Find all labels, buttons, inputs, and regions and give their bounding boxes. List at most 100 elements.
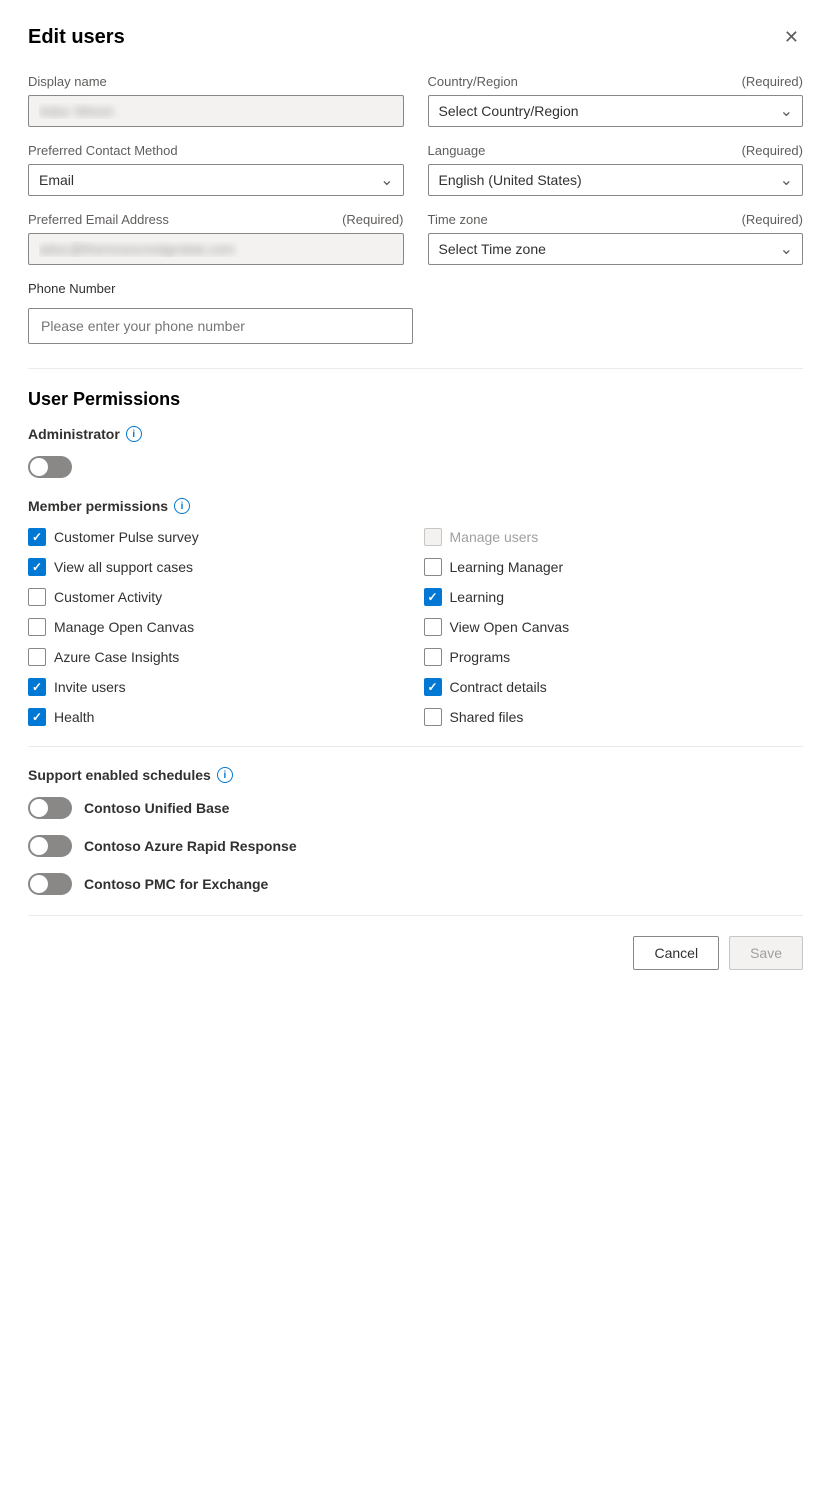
administrator-toggle-wrapper	[28, 456, 803, 478]
checkbox-view-support[interactable]: View all support cases	[28, 558, 408, 576]
email-input[interactable]	[28, 233, 404, 265]
modal-footer: Cancel Save	[28, 915, 803, 970]
divider-2	[28, 746, 803, 747]
checkbox-manage-users[interactable]: Manage users	[424, 528, 804, 546]
checkbox-view-open-canvas-box[interactable]	[424, 618, 442, 636]
checkbox-manage-users-label: Manage users	[450, 529, 539, 545]
checkbox-contract-details[interactable]: Contract details	[424, 678, 804, 696]
timezone-select-wrapper: Select Time zone	[428, 233, 804, 265]
language-label-row: Language (Required)	[428, 143, 804, 158]
schedules-info-icon[interactable]: i	[217, 767, 233, 783]
checkbox-programs-box[interactable]	[424, 648, 442, 666]
administrator-info-icon[interactable]: i	[126, 426, 142, 442]
close-button[interactable]: ✕	[780, 24, 803, 50]
language-group: Language (Required) English (United Stat…	[428, 143, 804, 196]
cancel-button[interactable]: Cancel	[633, 936, 719, 970]
checkbox-view-support-label: View all support cases	[54, 559, 193, 575]
timezone-label: Time zone	[428, 212, 488, 227]
display-name-group: Display name	[28, 74, 404, 127]
language-select-wrapper: English (United States)	[428, 164, 804, 196]
checkbox-customer-activity-label: Customer Activity	[54, 589, 162, 605]
checkbox-contract-details-box[interactable]	[424, 678, 442, 696]
checkbox-learning-manager-label: Learning Manager	[450, 559, 564, 575]
email-label: Preferred Email Address	[28, 212, 169, 227]
checkbox-programs[interactable]: Programs	[424, 648, 804, 666]
language-required: (Required)	[742, 143, 803, 158]
country-label-row: Country/Region (Required)	[428, 74, 804, 89]
administrator-label: Administrator	[28, 426, 120, 442]
phone-group: Phone Number	[28, 281, 803, 344]
contoso-unified-label: Contoso Unified Base	[84, 800, 229, 816]
user-permissions-title: User Permissions	[28, 389, 803, 410]
email-label-row: Preferred Email Address (Required)	[28, 212, 404, 227]
language-label: Language	[428, 143, 486, 158]
timezone-group: Time zone (Required) Select Time zone	[428, 212, 804, 265]
checkbox-customer-activity[interactable]: Customer Activity	[28, 588, 408, 606]
checkbox-view-open-canvas-label: View Open Canvas	[450, 619, 570, 635]
checkbox-learning-label: Learning	[450, 589, 505, 605]
contoso-azure-toggle[interactable]	[28, 835, 72, 857]
phone-label: Phone Number	[28, 281, 803, 296]
checkbox-azure-case-box[interactable]	[28, 648, 46, 666]
member-permissions-info-icon[interactable]: i	[174, 498, 190, 514]
checkbox-invite-users-box[interactable]	[28, 678, 46, 696]
country-group: Country/Region (Required) Select Country…	[428, 74, 804, 127]
country-required: (Required)	[742, 74, 803, 89]
checkbox-manage-open-canvas-box[interactable]	[28, 618, 46, 636]
schedules-label-row: Support enabled schedules i	[28, 767, 803, 783]
checkbox-invite-users[interactable]: Invite users	[28, 678, 408, 696]
display-name-label: Display name	[28, 74, 404, 89]
contoso-pmc-toggle[interactable]	[28, 873, 72, 895]
modal-header: Edit users ✕	[28, 24, 803, 50]
checkbox-contract-details-label: Contract details	[450, 679, 547, 695]
checkbox-health-label: Health	[54, 709, 94, 725]
checkbox-learning-manager-box[interactable]	[424, 558, 442, 576]
email-required: (Required)	[342, 212, 403, 227]
contoso-azure-label: Contoso Azure Rapid Response	[84, 838, 297, 854]
country-select[interactable]: Select Country/Region	[428, 95, 804, 127]
contact-method-select-wrapper: Email Phone	[28, 164, 404, 196]
member-permissions-label-row: Member permissions i	[28, 498, 803, 514]
contact-method-group: Preferred Contact Method Email Phone	[28, 143, 404, 196]
edit-users-modal: Edit users ✕ Display name Country/Region…	[0, 0, 831, 1501]
checkbox-manage-users-box[interactable]	[424, 528, 442, 546]
checkbox-azure-case[interactable]: Azure Case Insights	[28, 648, 408, 666]
permissions-grid: Customer Pulse survey Manage users View …	[28, 528, 803, 726]
checkbox-customer-pulse-label: Customer Pulse survey	[54, 529, 199, 545]
checkbox-customer-pulse[interactable]: Customer Pulse survey	[28, 528, 408, 546]
administrator-label-row: Administrator i	[28, 426, 803, 442]
form-grid: Display name Country/Region (Required) S…	[28, 74, 803, 265]
administrator-toggle[interactable]	[28, 456, 72, 478]
contoso-unified-toggle[interactable]	[28, 797, 72, 819]
contoso-pmc-label: Contoso PMC for Exchange	[84, 876, 268, 892]
schedule-contoso-azure: Contoso Azure Rapid Response	[28, 835, 803, 857]
checkbox-customer-activity-box[interactable]	[28, 588, 46, 606]
checkbox-shared-files[interactable]: Shared files	[424, 708, 804, 726]
display-name-input[interactable]	[28, 95, 404, 127]
divider-1	[28, 368, 803, 369]
checkbox-manage-open-canvas-label: Manage Open Canvas	[54, 619, 194, 635]
phone-input[interactable]	[28, 308, 413, 344]
checkbox-manage-open-canvas[interactable]: Manage Open Canvas	[28, 618, 408, 636]
checkbox-view-open-canvas[interactable]: View Open Canvas	[424, 618, 804, 636]
checkbox-shared-files-box[interactable]	[424, 708, 442, 726]
modal-title: Edit users	[28, 26, 125, 49]
country-select-wrapper: Select Country/Region	[428, 95, 804, 127]
contact-method-select[interactable]: Email Phone	[28, 164, 404, 196]
timezone-label-row: Time zone (Required)	[428, 212, 804, 227]
checkbox-learning[interactable]: Learning	[424, 588, 804, 606]
checkbox-view-support-box[interactable]	[28, 558, 46, 576]
timezone-select[interactable]: Select Time zone	[428, 233, 804, 265]
schedules-list: Contoso Unified Base Contoso Azure Rapid…	[28, 797, 803, 895]
checkbox-learning-box[interactable]	[424, 588, 442, 606]
checkbox-customer-pulse-box[interactable]	[28, 528, 46, 546]
checkbox-health[interactable]: Health	[28, 708, 408, 726]
checkbox-health-box[interactable]	[28, 708, 46, 726]
schedule-contoso-unified: Contoso Unified Base	[28, 797, 803, 819]
checkbox-azure-case-label: Azure Case Insights	[54, 649, 179, 665]
checkbox-programs-label: Programs	[450, 649, 511, 665]
checkbox-learning-manager[interactable]: Learning Manager	[424, 558, 804, 576]
timezone-required: (Required)	[742, 212, 803, 227]
save-button[interactable]: Save	[729, 936, 803, 970]
language-select[interactable]: English (United States)	[428, 164, 804, 196]
